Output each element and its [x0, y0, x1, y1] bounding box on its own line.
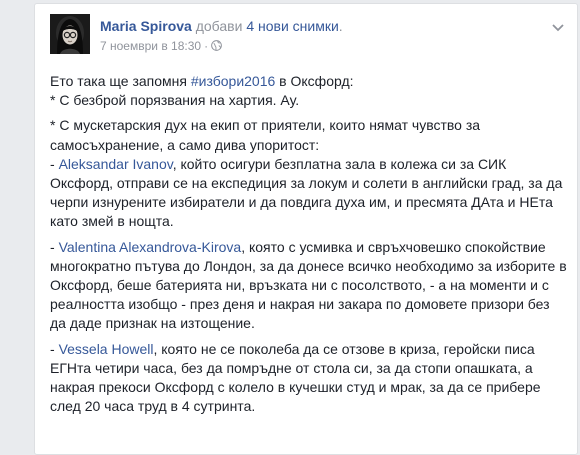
- mention-link[interactable]: Valentina Alexandrova-Kirova: [59, 239, 242, 255]
- text-segment: Ето така ще запомня: [50, 73, 191, 89]
- chevron-down-icon[interactable]: [551, 20, 565, 32]
- post-timestamp-line: 7 ноември в 18:30 ·: [100, 38, 535, 54]
- post-header: Maria Spirova добави 4 нови снимки. 7 но…: [50, 14, 565, 66]
- photos-link[interactable]: 4 нови снимки: [246, 18, 338, 34]
- text-segment: * С безброй порязвания на хартия. Ау.: [50, 92, 300, 109]
- text-segment: -: [50, 155, 59, 172]
- text-segment: -: [50, 238, 59, 255]
- author-name[interactable]: Maria Spirova: [100, 18, 192, 34]
- post-timestamp[interactable]: 7 ноември в 18:30: [100, 39, 201, 53]
- mention-link[interactable]: Aleksandar Ivanov: [59, 156, 173, 172]
- paragraph-2: * С мускетарския дух на екип от приятели…: [50, 116, 567, 231]
- post-body: Ето така ще запомня #избори2016 в Оксфор…: [50, 72, 567, 422]
- post-card: Maria Spirova добави 4 нови снимки. 7 но…: [34, 3, 578, 455]
- post-action-suffix: .: [338, 18, 343, 34]
- globe-icon[interactable]: [211, 39, 222, 51]
- paragraph-1: Ето така ще запомня #избори2016 в Оксфор…: [50, 72, 567, 110]
- text-segment: -: [50, 340, 59, 357]
- hashtag-link[interactable]: #избори2016: [191, 73, 275, 89]
- paragraph-3: - Valentina Alexandrova-Kirova, която с …: [50, 238, 567, 334]
- text-segment: в Оксфорд:: [275, 73, 354, 89]
- post-meta: Maria Spirova добави 4 нови снимки. 7 но…: [100, 17, 535, 54]
- mention-link[interactable]: Vessela Howell: [59, 341, 154, 357]
- post-action-text: добави: [195, 18, 243, 34]
- paragraph-4: - Vessela Howell, която не се поколеба д…: [50, 340, 567, 417]
- separator-dot: ·: [204, 39, 209, 53]
- avatar[interactable]: [50, 14, 90, 54]
- text-segment: * С мускетарския дух на екип от приятели…: [50, 117, 481, 153]
- post-title-line: Maria Spirova добави 4 нови снимки.: [100, 17, 535, 35]
